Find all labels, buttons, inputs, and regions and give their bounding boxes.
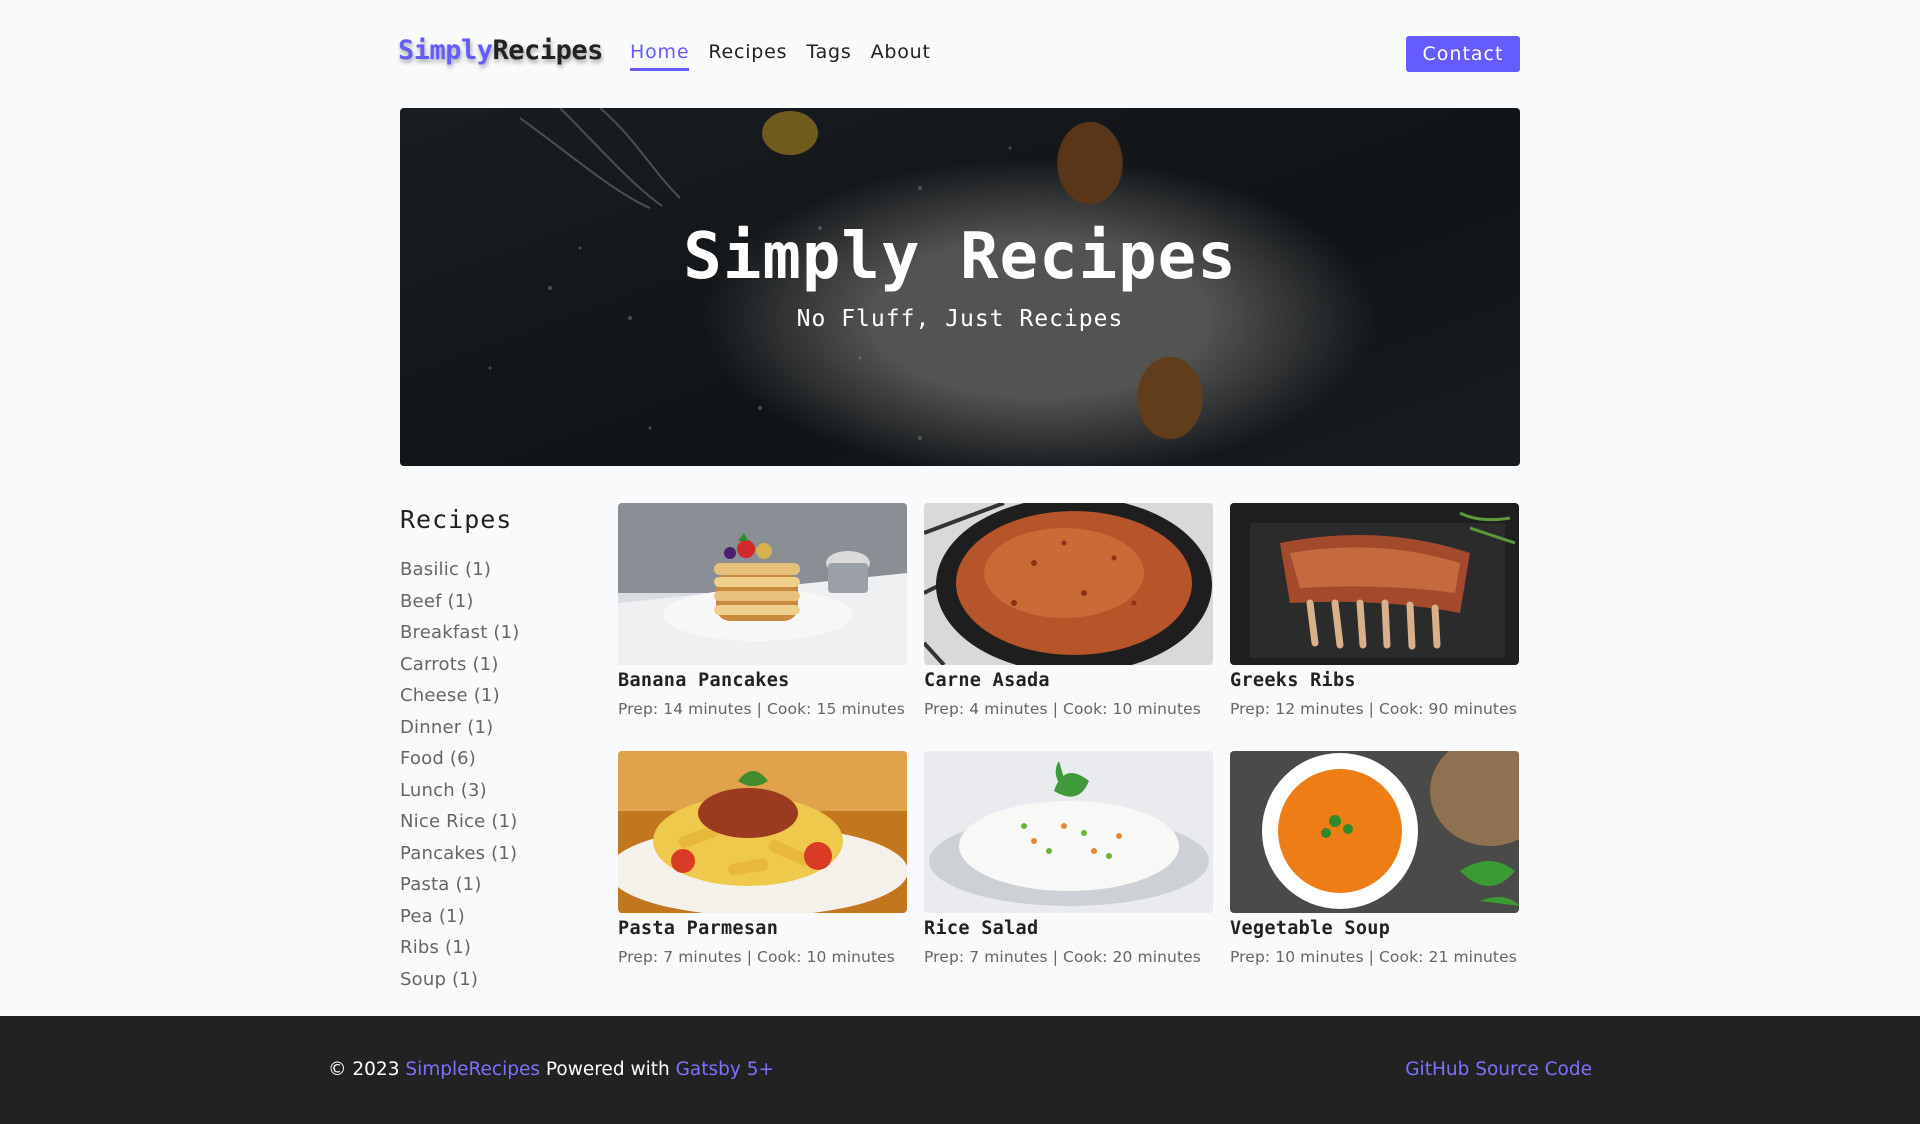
tag-link-pea[interactable]: Pea (1) [400,901,600,933]
recipe-card[interactable]: Banana Pancakes Prep: 14 minutes | Cook:… [618,503,907,718]
tag-link-food[interactable]: Food (6) [400,743,600,775]
nav-link-tags[interactable]: Tags [806,40,851,71]
recipe-image-pasta[interactable] [618,751,907,913]
recipe-meta: Prep: 7 minutes | Cook: 20 minutes [924,948,1201,966]
tag-link-nice-rice[interactable]: Nice Rice (1) [400,806,600,838]
hero-title: Simply Recipes [683,220,1237,294]
nav-link-recipes[interactable]: Recipes [708,40,787,71]
tag-link-cheese[interactable]: Cheese (1) [400,680,600,712]
hero-subtitle: No Fluff, Just Recipes [796,306,1124,332]
top-navbar: SimplyRecipes Home Recipes Tags About Co… [398,34,1520,74]
recipe-title[interactable]: Vegetable Soup [1230,918,1519,939]
recipe-image-ribs[interactable] [1230,503,1519,665]
tag-link-soup[interactable]: Soup (1) [400,964,600,996]
recipe-title[interactable]: Banana Pancakes [618,670,907,691]
recipe-title[interactable]: Rice Salad [924,918,1213,939]
hero-banner: Simply Recipes No Fluff, Just Recipes [400,108,1520,466]
tag-link-dinner[interactable]: Dinner (1) [400,712,600,744]
recipe-image-rice[interactable] [924,751,1213,913]
footer-brand-link[interactable]: SimpleRecipes [405,1059,540,1080]
recipe-image-carne-asada[interactable] [924,503,1213,665]
tag-link-lunch[interactable]: Lunch (3) [400,775,600,807]
tag-link-carrots[interactable]: Carrots (1) [400,649,600,681]
recipe-card[interactable]: Greeks Ribs Prep: 12 minutes | Cook: 90 … [1230,503,1519,718]
tag-link-beef[interactable]: Beef (1) [400,586,600,618]
tag-link-pancakes[interactable]: Pancakes (1) [400,838,600,870]
tag-link-pasta[interactable]: Pasta (1) [400,869,600,901]
tag-link-breakfast[interactable]: Breakfast (1) [400,617,600,649]
nav-link-home[interactable]: Home [630,40,690,71]
recipe-meta: Prep: 12 minutes | Cook: 90 minutes [1230,700,1517,718]
recipe-meta: Prep: 14 minutes | Cook: 15 minutes [618,700,905,718]
tag-link-ribs[interactable]: Ribs (1) [400,932,600,964]
copyright-year: © 2023 [328,1059,400,1080]
recipe-title[interactable]: Pasta Parmesan [618,918,907,939]
recipe-meta: Prep: 7 minutes | Cook: 10 minutes [618,948,895,966]
recipe-meta: Prep: 4 minutes | Cook: 10 minutes [924,700,1201,718]
recipe-card[interactable]: Pasta Parmesan Prep: 7 minutes | Cook: 1… [618,751,907,966]
site-logo[interactable]: SimplyRecipes [398,34,603,68]
contact-button[interactable]: Contact [1406,36,1520,72]
recipe-image-pancakes[interactable] [618,503,907,665]
recipe-card[interactable]: Carne Asada Prep: 4 minutes | Cook: 10 m… [924,503,1213,718]
recipe-title[interactable]: Greeks Ribs [1230,670,1519,691]
recipe-title[interactable]: Carne Asada [924,670,1213,691]
nav-link-about[interactable]: About [871,40,931,71]
recipe-image-soup[interactable] [1230,751,1519,913]
sidebar-heading: Recipes [400,505,513,534]
recipe-card[interactable]: Rice Salad Prep: 7 minutes | Cook: 20 mi… [924,751,1213,966]
tags-sidebar: Recipes Basilic (1) Beef (1) Breakfast (… [400,505,600,995]
logo-simply: Simply [398,35,493,66]
logo-recipes: Recipes [492,35,604,66]
gatsby-link[interactable]: Gatsby 5+ [676,1059,774,1080]
footer-copyright: © 2023 SimpleRecipes Powered with Gatsby… [328,1059,774,1080]
nav-links: Home Recipes Tags About [630,40,931,71]
recipe-card[interactable]: Vegetable Soup Prep: 10 minutes | Cook: … [1230,751,1519,966]
recipe-meta: Prep: 10 minutes | Cook: 21 minutes [1230,948,1517,966]
tag-link-basilic[interactable]: Basilic (1) [400,554,600,586]
powered-with-text: Powered with [545,1059,670,1080]
github-source-link[interactable]: GitHub Source Code [1405,1059,1592,1080]
site-footer: © 2023 SimpleRecipes Powered with Gatsby… [0,1016,1920,1124]
